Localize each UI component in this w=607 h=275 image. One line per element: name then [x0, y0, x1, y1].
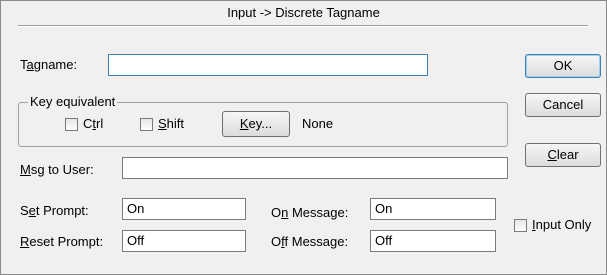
key-button[interactable]: Key...: [222, 111, 290, 137]
msg-to-user-label: Msg to User:: [20, 162, 94, 177]
on-message-input[interactable]: On: [370, 198, 496, 220]
dialog-title: Input -> Discrete Tagname: [1, 1, 606, 25]
input-only-checkbox[interactable]: [514, 219, 527, 232]
ctrl-checkbox[interactable]: [65, 118, 78, 131]
input-only-label: Input Only: [532, 217, 592, 232]
reset-prompt-label: Reset Prompt:: [20, 234, 104, 249]
off-message-label: Off Message:: [271, 234, 349, 249]
reset-prompt-input[interactable]: Off: [122, 230, 246, 252]
tagname-label: Tagname:: [20, 57, 78, 72]
on-message-label: On Message:: [271, 205, 349, 220]
set-prompt-input[interactable]: On: [122, 198, 246, 220]
msg-to-user-input[interactable]: [122, 157, 508, 179]
shift-checkbox[interactable]: [140, 118, 153, 131]
ctrl-label: Ctrl: [83, 116, 104, 131]
set-prompt-label: Set Prompt:: [20, 203, 89, 218]
ok-button[interactable]: OK: [525, 54, 601, 78]
input-discrete-tagname-dialog: Input -> Discrete Tagname Tagname: Key e…: [0, 0, 607, 275]
clear-button[interactable]: Clear: [525, 143, 601, 167]
off-message-input[interactable]: Off: [370, 230, 496, 252]
cancel-button[interactable]: Cancel: [525, 93, 601, 117]
key-value-text: None: [302, 116, 334, 131]
title-separator: [18, 25, 588, 27]
key-equivalent-legend: Key equivalent: [28, 94, 118, 110]
shift-label: Shift: [158, 116, 185, 131]
tagname-input[interactable]: [108, 54, 428, 76]
